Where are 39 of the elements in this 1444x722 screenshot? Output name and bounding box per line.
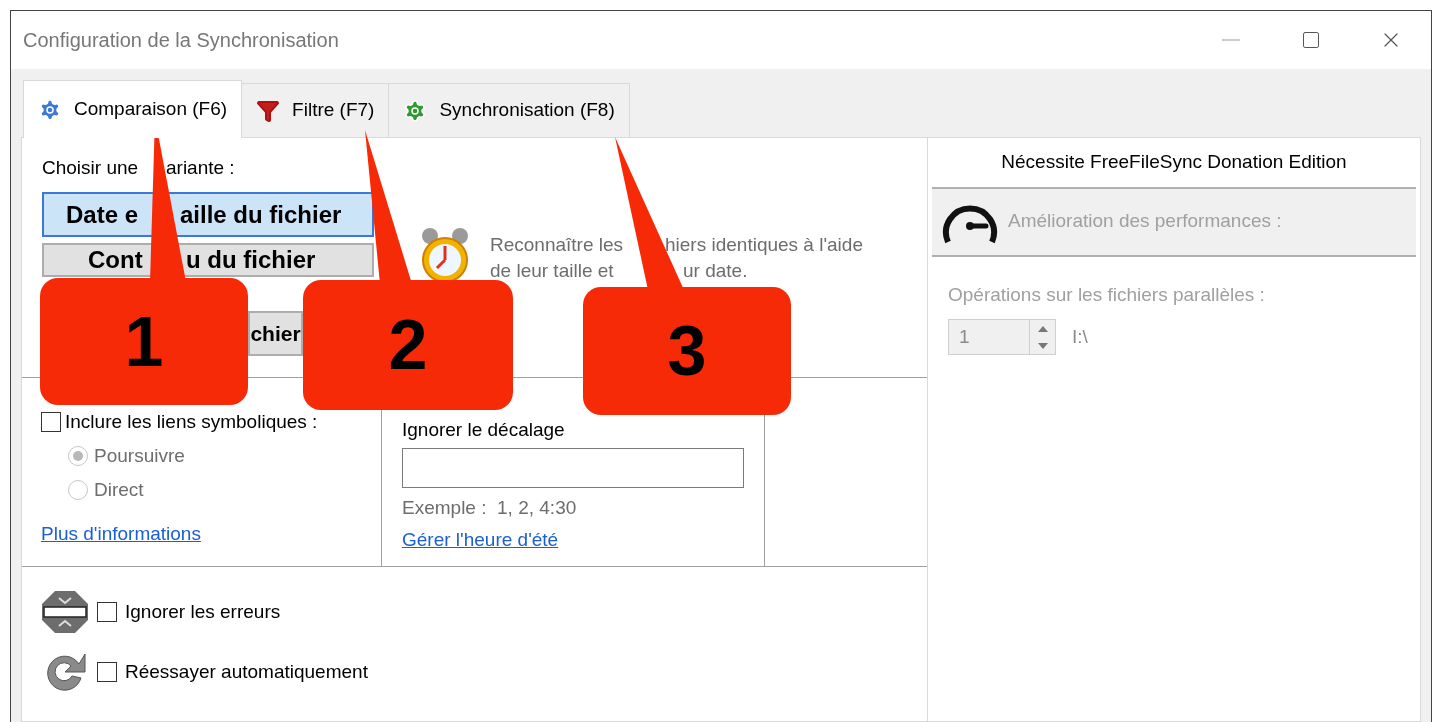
device-label: I:\: [1072, 324, 1088, 349]
description-text: Reconnaître les: [490, 233, 625, 257]
radio-button[interactable]: [68, 480, 88, 500]
time-shift-label: Ignorer le décalage: [402, 418, 565, 442]
radio-label: Poursuivre: [94, 443, 185, 468]
variant-button[interactable]: chier: [248, 311, 303, 356]
description-text: de leur taille et: [490, 259, 615, 283]
down-arrow-icon[interactable]: [1037, 342, 1048, 349]
checkbox[interactable]: [97, 662, 117, 682]
variant-button[interactable]: Cont u du fichier: [42, 243, 374, 277]
time-shift-field[interactable]: [402, 448, 744, 488]
gear-icon: [38, 97, 62, 122]
minimize-icon: [1222, 39, 1240, 41]
daylight-saving-link[interactable]: Gérer l'heure d'été: [402, 528, 559, 552]
stop-sign-icon: [41, 590, 89, 634]
example-text: Exemple : 1, 2, 4:30: [402, 496, 577, 520]
tab[interactable]: Synchronisation (F8): [389, 83, 630, 137]
checkbox[interactable]: [97, 602, 117, 622]
variant-button[interactable]: Date e aille du fichier: [42, 192, 374, 237]
window-title: Configuration de la Synchronisation: [23, 28, 339, 53]
radio-label: Direct: [94, 477, 144, 502]
parallel-ops-label: Opérations sur les fichiers parallèles :: [948, 282, 1266, 307]
tab[interactable]: Filtre (F7): [242, 83, 390, 137]
description-text: hiers identiques à l'aide: [665, 233, 863, 257]
maximize-icon: [1301, 30, 1321, 50]
option-label: Réessayer automatiquement: [125, 659, 368, 684]
checkbox[interactable]: [41, 412, 61, 432]
up-arrow-icon[interactable]: [1037, 325, 1048, 332]
prompt-text: Choisir une: [42, 156, 140, 180]
option-label: Ignorer les erreurs: [125, 599, 281, 624]
section-header: Amélioration des performances :: [932, 188, 1416, 257]
tab[interactable]: Comparaison (F6): [23, 80, 243, 138]
gear-icon: [403, 98, 428, 123]
prompt-text: ariante :: [166, 156, 235, 180]
more-info-link[interactable]: Plus d'informations: [41, 522, 201, 546]
description-text: ur date.: [683, 259, 748, 283]
symlinks-label: Inclure les liens symboliques :: [65, 409, 318, 434]
radio-button[interactable]: [68, 446, 88, 466]
funnel-icon: [256, 98, 281, 123]
